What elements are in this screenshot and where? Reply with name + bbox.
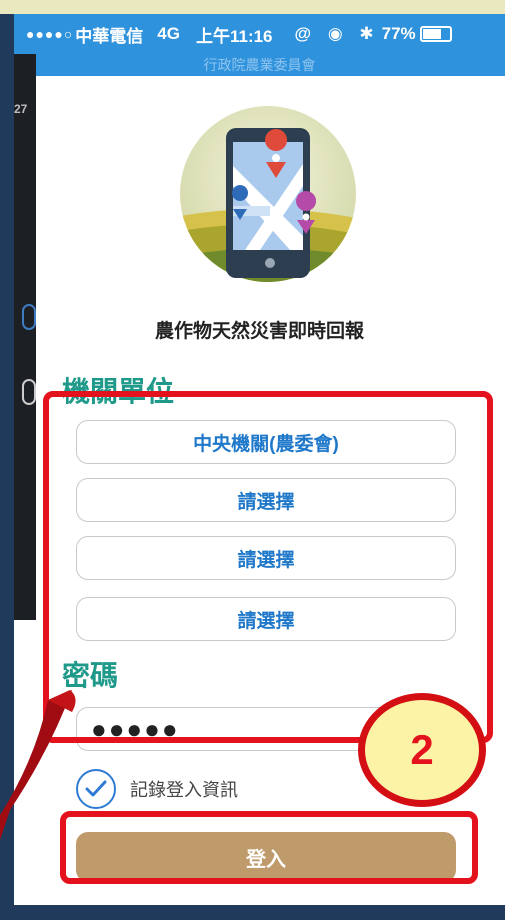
slide-frame-bottom bbox=[0, 905, 505, 920]
status-bar: ●●●●○ 中華電信 4G 上午11:16 @ ◉ ✱ 77% bbox=[14, 14, 505, 54]
app-logo-icon bbox=[180, 106, 356, 282]
status-time: 上午11:16 bbox=[195, 26, 273, 46]
nav-title: 行政院農業委員會 bbox=[203, 57, 316, 73]
network-type: 4G bbox=[157, 24, 180, 43]
nav-bar: 行政院農業委員會 bbox=[14, 54, 505, 76]
annotation-step-badge: 2 bbox=[358, 693, 486, 807]
status-icons: @ ◉ ✱ bbox=[294, 24, 380, 43]
remember-login-label: 記錄登入資訊 bbox=[130, 780, 238, 800]
annotation-highlight-login bbox=[60, 811, 478, 884]
annotation-step-number: 2 bbox=[410, 726, 434, 773]
slide-frame-top bbox=[0, 0, 505, 14]
carrier-name: 中華電信 bbox=[75, 26, 144, 46]
signal-strength: ●●●●○ bbox=[26, 26, 74, 42]
battery-icon bbox=[419, 26, 452, 42]
app-title: 農作物天然災害即時回報 bbox=[154, 321, 364, 342]
annotation-arrow-icon bbox=[0, 690, 76, 840]
background-app-time: 27 bbox=[14, 102, 28, 116]
battery-percent: 77% bbox=[381, 24, 416, 43]
background-app-toggle-icon bbox=[22, 379, 36, 405]
annotation-highlight-form bbox=[43, 391, 493, 743]
remember-login-toggle[interactable]: 記錄登入資訊 bbox=[76, 769, 238, 809]
